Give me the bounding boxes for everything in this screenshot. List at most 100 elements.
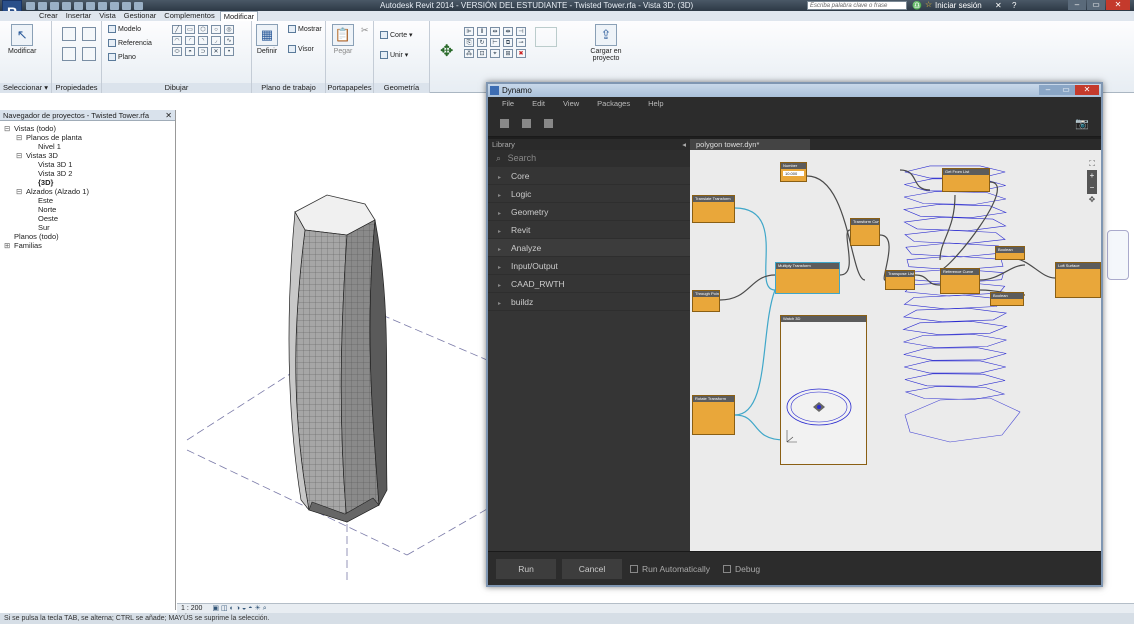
- menu-file[interactable]: File: [502, 97, 514, 111]
- load-into-project-button[interactable]: ⇪ Cargar en proyecto: [586, 24, 626, 62]
- line-tool-icon[interactable]: ╱: [172, 25, 182, 34]
- node-translate-transform[interactable]: Translate Transform: [692, 195, 735, 223]
- menu-packages[interactable]: Packages: [597, 97, 630, 111]
- offset-icon[interactable]: ⫴: [477, 27, 487, 36]
- properties-icon[interactable]: [62, 47, 76, 61]
- arc3-tool-icon[interactable]: ◝: [198, 36, 208, 45]
- align-icon[interactable]: ⊫: [464, 27, 474, 36]
- switch-windows-icon[interactable]: [134, 1, 143, 10]
- cancel-button[interactable]: Cancel: [562, 559, 622, 579]
- zoom-in-icon[interactable]: +: [1087, 170, 1097, 182]
- save-icon[interactable]: [38, 1, 47, 10]
- text-icon[interactable]: [86, 1, 95, 10]
- menu-edit[interactable]: Edit: [532, 97, 545, 111]
- split2-icon[interactable]: ⊸: [516, 38, 526, 47]
- node-watch-3d[interactable]: Watch 3D: [780, 315, 867, 465]
- save-file-icon[interactable]: [544, 119, 553, 128]
- definir-button[interactable]: ▦ Definir: [256, 24, 278, 55]
- node-transpose-lists[interactable]: Transpose Lists: [885, 270, 915, 290]
- redo-icon[interactable]: [62, 1, 71, 10]
- tree-item[interactable]: Este: [0, 196, 175, 205]
- close-icon[interactable]: ✕: [165, 110, 172, 121]
- camera-icon[interactable]: 📷: [1075, 117, 1089, 130]
- library-item[interactable]: ▸ buildz: [488, 293, 690, 311]
- search-input[interactable]: Escriba palabra clave o frase: [807, 1, 907, 10]
- pick2-tool-icon[interactable]: ✕: [211, 47, 221, 56]
- arc-tool-icon[interactable]: ◠: [172, 36, 182, 45]
- unpin-icon[interactable]: ⊞: [503, 49, 513, 58]
- node-number-value[interactable]: 10.000: [783, 171, 804, 176]
- move-icon[interactable]: ✥: [440, 41, 453, 61]
- twisted-tower-model[interactable]: [288, 194, 388, 523]
- tree-item[interactable]: {3D}: [0, 178, 175, 187]
- tab-polygon-tower[interactable]: polygon tower.dyn*: [690, 139, 810, 150]
- tree-expander-icon[interactable]: ⊟: [16, 133, 26, 142]
- dynamo-close-icon[interactable]: ✕: [1075, 85, 1099, 95]
- delete-icon[interactable]: ✖: [516, 49, 526, 58]
- polygon-tool-icon[interactable]: ⬡: [198, 25, 208, 34]
- library-item[interactable]: ▸ Revit: [488, 221, 690, 239]
- sign-in-button[interactable]: Iniciar sesión: [935, 0, 982, 11]
- spline-tool-icon[interactable]: ∿: [224, 36, 234, 45]
- tree-item[interactable]: Sur: [0, 223, 175, 232]
- tree-item[interactable]: Vista 3D 1: [0, 160, 175, 169]
- new-file-icon[interactable]: [500, 119, 509, 128]
- tab-complementos[interactable]: Complementos: [161, 11, 217, 21]
- debug-checkbox[interactable]: Debug: [723, 564, 760, 574]
- exchange-apps-icon[interactable]: ✕: [995, 0, 1002, 11]
- node-through-points[interactable]: Through Points: [692, 290, 720, 312]
- tree-expander-icon[interactable]: ⊞: [4, 241, 14, 250]
- library-item[interactable]: ▸ CAAD_RWTH: [488, 275, 690, 293]
- tree-expander-icon[interactable]: ⊟: [16, 151, 26, 160]
- tree-item[interactable]: ⊞ Familias: [0, 241, 175, 250]
- node-loft-surface[interactable]: Loft Surface: [1055, 262, 1101, 298]
- point-tool-icon[interactable]: •: [224, 47, 234, 56]
- menu-help[interactable]: Help: [648, 97, 663, 111]
- pan-icon[interactable]: ✥: [1087, 194, 1097, 206]
- node-boolean-1[interactable]: Boolean: [995, 246, 1025, 260]
- library-item[interactable]: ▸ Geometry: [488, 203, 690, 221]
- modify-button[interactable]: ↖ Modificar: [8, 24, 36, 55]
- node-reference-curve[interactable]: Reference Curve: [940, 268, 980, 294]
- referencia-button[interactable]: Referencia: [108, 39, 152, 47]
- paste-button[interactable]: 📋 Pegar: [332, 24, 354, 55]
- open-file-icon[interactable]: [522, 119, 531, 128]
- tree-expander-icon[interactable]: ⊟: [4, 124, 14, 133]
- view-scale[interactable]: 1 : 200: [181, 605, 202, 612]
- node-get-from-list[interactable]: Get From List: [942, 168, 990, 192]
- arc2-tool-icon[interactable]: ◜: [185, 36, 195, 45]
- thin-lines-icon[interactable]: [122, 1, 131, 10]
- tree-item[interactable]: Vista 3D 2: [0, 169, 175, 178]
- mirror2-icon[interactable]: ⇼: [503, 27, 513, 36]
- tab-modificar[interactable]: Modificar: [219, 11, 259, 21]
- family-category-icon[interactable]: [82, 27, 96, 41]
- node-number[interactable]: Number 10.000: [780, 162, 807, 182]
- tab-gestionar[interactable]: Gestionar: [121, 11, 160, 21]
- fit-view-icon[interactable]: ⛶: [1087, 158, 1097, 170]
- plano-button[interactable]: Plano: [108, 53, 136, 61]
- split-icon[interactable]: ⧉: [503, 38, 513, 47]
- open-icon[interactable]: [26, 1, 35, 10]
- library-item[interactable]: ▸ Input/Output: [488, 257, 690, 275]
- corte-button[interactable]: Corte ▾: [380, 31, 413, 39]
- section-icon[interactable]: [110, 1, 119, 10]
- tab-insertar[interactable]: Insertar: [63, 11, 94, 21]
- restore-icon[interactable]: ▭: [1087, 0, 1105, 10]
- family-types-icon[interactable]: [62, 27, 76, 41]
- type-properties-icon[interactable]: [82, 47, 96, 61]
- tree-item[interactable]: Norte: [0, 205, 175, 214]
- close-icon[interactable]: ✕: [1106, 0, 1130, 10]
- tree-item[interactable]: ⊟ Planos de planta: [0, 133, 175, 142]
- star-icon[interactable]: ☆: [925, 0, 932, 9]
- copy-icon[interactable]: ⎘: [464, 38, 474, 47]
- measure-tool-icon[interactable]: [535, 27, 557, 47]
- pin-icon[interactable]: ⌖: [490, 49, 500, 58]
- node-multiply-transform[interactable]: Multiply Transform: [775, 262, 840, 294]
- mostrar-button[interactable]: Mostrar: [288, 25, 322, 33]
- ellipse2-tool-icon[interactable]: ◓: [185, 47, 195, 56]
- minimize-icon[interactable]: –: [1068, 0, 1086, 10]
- run-button[interactable]: Run: [496, 559, 556, 579]
- unir-button[interactable]: Unir ▾: [380, 51, 408, 59]
- library-search-input[interactable]: ⌕ Search: [488, 150, 690, 167]
- circumscribed-tool-icon[interactable]: ◎: [224, 25, 234, 34]
